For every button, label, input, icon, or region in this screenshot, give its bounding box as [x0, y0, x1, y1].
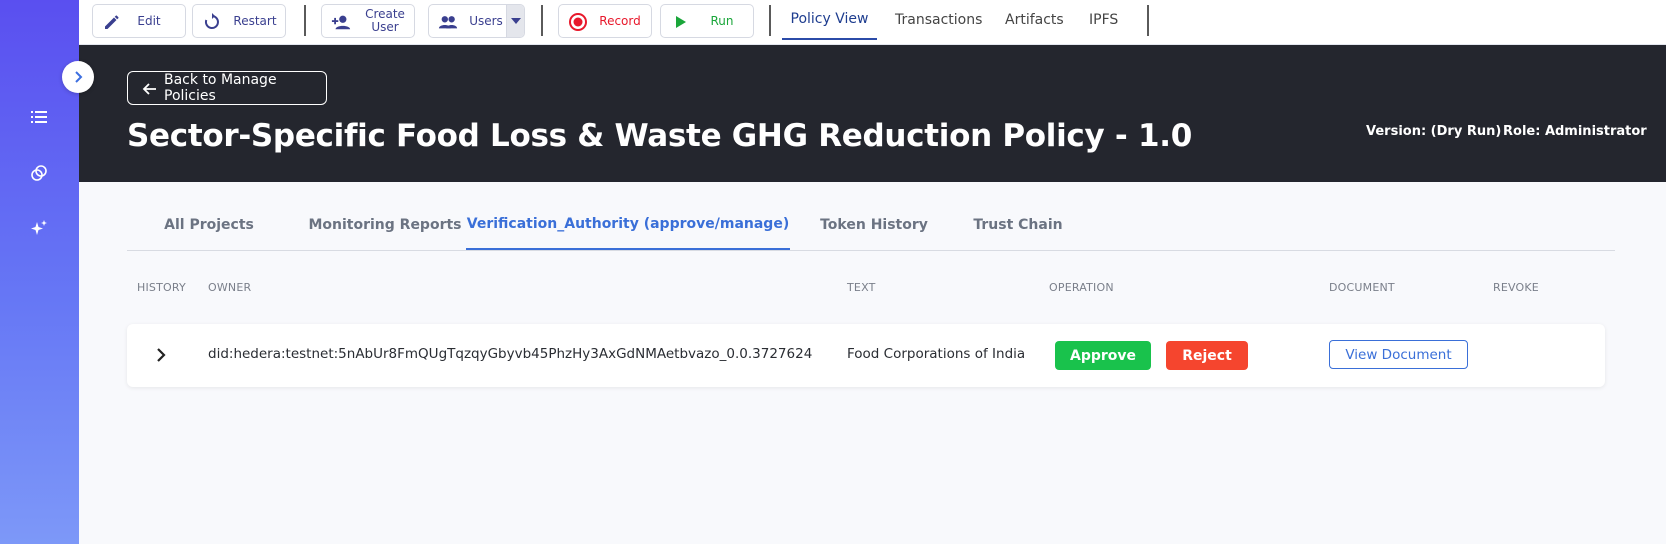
role-label: Role: Administrator: [1503, 124, 1647, 139]
list-icon[interactable]: [30, 108, 48, 126]
arrow-left-icon: [142, 83, 156, 95]
run-label: Run: [710, 13, 734, 28]
column-header-history: HISTORY: [137, 281, 186, 294]
table-row: did:hedera:testnet:5nAbUr8FmQUgTqzqyGbyv…: [127, 324, 1605, 387]
tab-ipfs[interactable]: IPFS: [1089, 0, 1118, 40]
toolbar-separator: [541, 5, 543, 36]
column-header-operation: OPERATION: [1049, 281, 1114, 294]
toolbar-separator: [769, 5, 771, 36]
chevron-right-icon: [75, 71, 83, 83]
expand-history-icon[interactable]: [152, 346, 170, 364]
pencil-icon: [102, 12, 122, 32]
toolbar-separator: [304, 5, 306, 36]
policy-tabs: All Projects Monitoring Reports Verifica…: [127, 200, 1615, 251]
run-button[interactable]: Run: [660, 4, 754, 38]
tokens-icon[interactable]: [30, 164, 48, 182]
approve-button[interactable]: Approve: [1055, 341, 1151, 370]
create-user-label: Create User: [365, 7, 405, 34]
record-button[interactable]: Record: [558, 4, 652, 38]
back-label: Back to Manage Policies: [164, 72, 277, 104]
tab-token-history[interactable]: Token History: [814, 200, 934, 250]
column-header-text: TEXT: [847, 281, 876, 294]
play-icon: [670, 12, 690, 32]
page-title: Sector-Specific Food Loss & Waste GHG Re…: [127, 118, 1192, 154]
restart-icon: [202, 12, 222, 32]
users-icon: [438, 12, 458, 32]
version-label: Version: (Dry Run): [1366, 124, 1502, 139]
add-user-icon: [331, 12, 351, 32]
toolbar: Edit Restart Create User Users Record Ru…: [79, 0, 1666, 45]
sidebar-expand-button[interactable]: [62, 61, 94, 93]
policy-header: Back to Manage Policies Sector-Specific …: [79, 45, 1666, 182]
chevron-down-icon[interactable]: [506, 5, 524, 37]
tab-verification-authority[interactable]: Verification_Authority (approve/manage): [466, 200, 790, 250]
users-label: Users: [469, 13, 503, 28]
edit-label: Edit: [137, 13, 161, 28]
column-header-owner: OWNER: [208, 281, 252, 294]
toolbar-separator: [1147, 5, 1149, 36]
column-header-revoke: REVOKE: [1493, 281, 1539, 294]
create-user-button[interactable]: Create User: [321, 4, 415, 38]
tab-all-projects[interactable]: All Projects: [149, 200, 269, 250]
column-header-document: DOCUMENT: [1329, 281, 1395, 294]
tab-monitoring-reports[interactable]: Monitoring Reports: [299, 200, 471, 250]
tab-policy-view[interactable]: Policy View: [782, 0, 877, 40]
restart-label: Restart: [233, 13, 277, 28]
reject-button[interactable]: Reject: [1166, 341, 1248, 370]
sparkle-icon[interactable]: [30, 219, 48, 237]
record-icon: [568, 12, 588, 32]
edit-button[interactable]: Edit: [92, 4, 186, 38]
record-label: Record: [599, 13, 641, 28]
owner-did: did:hedera:testnet:5nAbUr8FmQUgTqzqyGbyv…: [208, 346, 813, 362]
users-dropdown[interactable]: Users: [428, 4, 525, 38]
back-to-policies-button[interactable]: Back to Manage Policies: [127, 71, 327, 105]
restart-button[interactable]: Restart: [192, 4, 286, 38]
tab-artifacts[interactable]: Artifacts: [1005, 0, 1064, 40]
tab-transactions[interactable]: Transactions: [895, 0, 982, 40]
view-document-button[interactable]: View Document: [1329, 340, 1468, 369]
row-text: Food Corporations of India: [847, 346, 1026, 362]
tab-trust-chain[interactable]: Trust Chain: [968, 200, 1068, 250]
